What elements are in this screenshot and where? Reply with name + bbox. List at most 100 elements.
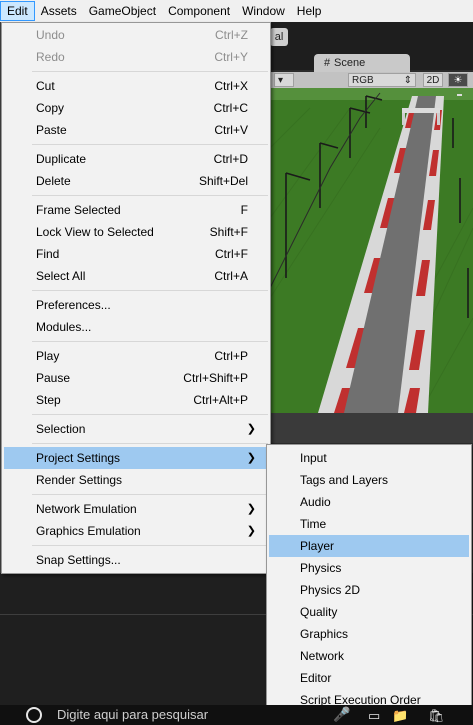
store-icon[interactable]: 🛍 [428, 708, 445, 724]
item-label: Undo [36, 28, 65, 42]
mode-2d-toggle[interactable]: 2D [423, 73, 443, 87]
item-label: Select All [36, 269, 86, 283]
menu-item-redo[interactable]: Redo Ctrl+Y [4, 46, 268, 68]
tab-scene[interactable]: # Scene [314, 54, 410, 72]
menu-item-modules[interactable]: Modules... [4, 316, 268, 338]
item-label: Cut [36, 79, 55, 93]
item-label: Tags and Layers [300, 473, 389, 487]
menu-separator [32, 443, 268, 444]
submenu-item-tags-and-layers[interactable]: Tags and Layers [269, 469, 469, 491]
item-label: Paste [36, 123, 67, 137]
submenu-item-input[interactable]: Input [269, 447, 469, 469]
submenu-item-quality[interactable]: Quality [269, 601, 469, 623]
menu-gameobject[interactable]: GameObject [83, 1, 162, 21]
submenu-item-editor[interactable]: Editor [269, 667, 469, 689]
menu-item-render-settings[interactable]: Render Settings [4, 469, 268, 491]
submenu-item-physics[interactable]: Physics [269, 557, 469, 579]
task-view-icon[interactable]: ▭ [368, 708, 380, 724]
menu-item-selection[interactable]: Selection ❯ [4, 418, 268, 440]
lighting-toggle[interactable]: ☀ [448, 73, 468, 87]
file-explorer-icon[interactable]: 📁 [392, 708, 408, 724]
edit-menu-dropdown: Undo Ctrl+Z Redo Ctrl+Y Cut Ctrl+X Copy Ctrl… [1, 22, 271, 574]
submenu-item-network[interactable]: Network [269, 645, 469, 667]
chevron-right-icon: ❯ [246, 423, 256, 435]
scene-tab-label: Scene [334, 57, 366, 69]
menu-help[interactable]: Help [291, 1, 328, 21]
submenu-item-graphics[interactable]: Graphics [269, 623, 469, 645]
menu-item-preferences[interactable]: Preferences... [4, 294, 268, 316]
search-icon[interactable] [26, 707, 42, 723]
menu-separator [32, 494, 268, 495]
menu-item-play[interactable]: Play Ctrl+P [4, 345, 268, 367]
item-label: Find [36, 247, 60, 261]
menu-item-undo[interactable]: Undo Ctrl+Z [4, 24, 268, 46]
taskbar-search-box[interactable]: Digite aqui para pesquisar [57, 707, 208, 722]
menu-item-cut[interactable]: Cut Ctrl+X [4, 75, 268, 97]
submenu-item-physics-2d[interactable]: Physics 2D [269, 579, 469, 601]
menu-assets[interactable]: Assets [35, 1, 83, 21]
menu-item-delete[interactable]: Delete Shift+Del [4, 170, 268, 192]
windows-taskbar: Digite aqui para pesquisar 🎤 ▭ 📁 🛍 [0, 705, 473, 725]
menu-separator [32, 71, 268, 72]
item-shortcut: Ctrl+Alt+P [193, 393, 248, 407]
item-label: Snap Settings... [36, 553, 121, 567]
chevron-right-icon: ❯ [246, 525, 256, 537]
menu-item-paste[interactable]: Paste Ctrl+V [4, 119, 268, 141]
microphone-icon[interactable]: 🎤 [333, 706, 350, 723]
render-mode-dropdown[interactable]: RGB ⇕ [348, 73, 416, 87]
item-label: Delete [36, 174, 71, 188]
item-label: Project Settings [36, 451, 121, 465]
submenu-item-audio[interactable]: Audio [269, 491, 469, 513]
menu-bar: Edit Assets GameObject Component Window … [0, 0, 473, 22]
submenu-item-time[interactable]: Time [269, 513, 469, 535]
chevron-right-icon: ❯ [246, 503, 256, 515]
layout-dropdown[interactable]: al [270, 28, 288, 46]
menu-item-copy[interactable]: Copy Ctrl+C [4, 97, 268, 119]
item-label: Render Settings [36, 473, 123, 487]
menu-item-project-settings[interactable]: Project Settings ❯ [4, 447, 268, 469]
item-label: Frame Selected [36, 203, 121, 217]
scene-toolbar: ▾ RGB ⇕ 2D ☀ [270, 72, 473, 89]
project-settings-submenu: Input Tags and Layers Audio Time Player … [266, 444, 472, 716]
menu-item-graphics-emulation[interactable]: Graphics Emulation ❯ [4, 520, 268, 542]
shading-mode-dropdown[interactable]: ▾ [274, 73, 294, 87]
menu-separator [32, 341, 268, 342]
menu-window[interactable]: Window [236, 1, 291, 21]
menu-item-find[interactable]: Find Ctrl+F [4, 243, 268, 265]
item-label: Pause [36, 371, 71, 385]
menu-separator [32, 195, 268, 196]
menu-item-network-emulation[interactable]: Network Emulation ❯ [4, 498, 268, 520]
menu-item-lock-view[interactable]: Lock View to Selected Shift+F [4, 221, 268, 243]
menu-component[interactable]: Component [162, 1, 236, 21]
item-label: Step [36, 393, 61, 407]
item-label: Selection [36, 422, 86, 436]
menu-separator [32, 545, 268, 546]
item-label: Physics [300, 561, 342, 575]
menu-separator [32, 414, 268, 415]
item-label: Copy [36, 101, 65, 115]
menu-item-select-all[interactable]: Select All Ctrl+A [4, 265, 268, 287]
menu-item-snap-settings[interactable]: Snap Settings... [4, 549, 268, 571]
item-shortcut: Ctrl+D [213, 152, 248, 166]
item-label: Audio [300, 495, 331, 509]
chevron-right-icon: ❯ [246, 452, 256, 464]
item-shortcut: Ctrl+X [214, 79, 248, 93]
rgb-label: RGB [352, 75, 374, 86]
menu-item-duplicate[interactable]: Duplicate Ctrl+D [4, 148, 268, 170]
sun-icon: ☀ [453, 75, 463, 86]
menu-separator [32, 144, 268, 145]
item-shortcut: Ctrl+P [214, 349, 248, 363]
menu-item-frame-selected[interactable]: Frame Selected F [4, 199, 268, 221]
item-label: Graphics [300, 627, 349, 641]
scene-bottom-area [270, 413, 473, 443]
menu-edit[interactable]: Edit [0, 1, 35, 21]
scene-viewport[interactable] [270, 88, 473, 413]
item-shortcut: Shift+Del [198, 174, 248, 188]
submenu-item-player[interactable]: Player [269, 535, 469, 557]
item-shortcut: Ctrl+A [214, 269, 248, 283]
item-label: Physics 2D [300, 583, 361, 597]
item-label: Preferences... [36, 298, 111, 312]
item-label: Graphics Emulation [36, 524, 141, 538]
menu-item-step[interactable]: Step Ctrl+Alt+P [4, 389, 268, 411]
menu-item-pause[interactable]: Pause Ctrl+Shift+P [4, 367, 268, 389]
